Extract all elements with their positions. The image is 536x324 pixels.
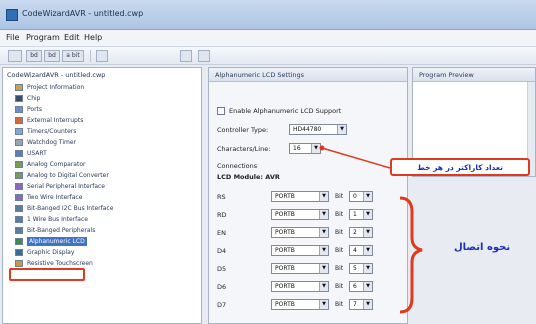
chars-per-line-annotation: تعداد کاراکتر در هر خط	[390, 158, 530, 176]
annotation-pointer-dot	[319, 145, 325, 151]
connection-annotation: نحوه اتصال	[454, 242, 511, 253]
connections-brace	[399, 196, 423, 314]
annotation-pointer-line	[321, 147, 391, 169]
